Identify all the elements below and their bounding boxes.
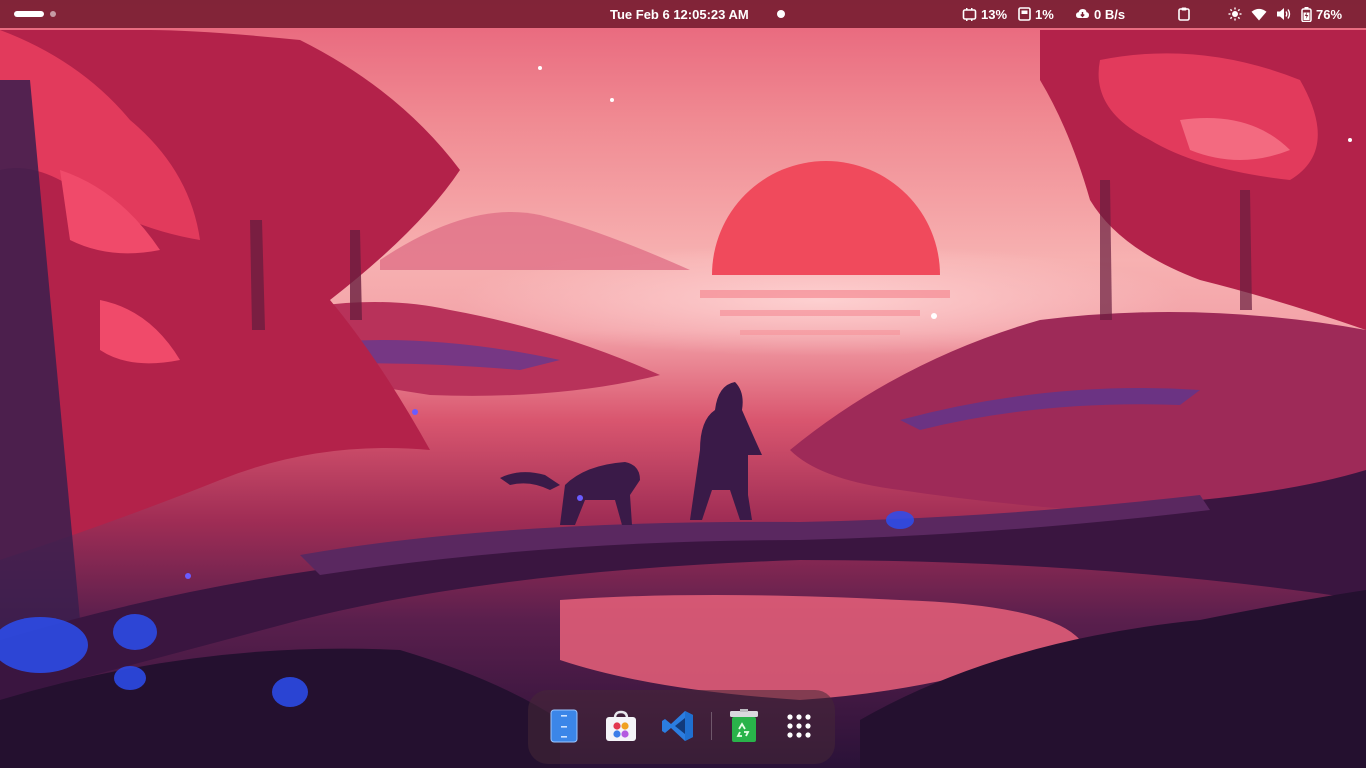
vscode-icon (661, 709, 695, 743)
memory-usage: 1% (1035, 6, 1054, 22)
cloud-download-icon (1075, 8, 1090, 20)
dock (528, 690, 835, 764)
dock-separator (711, 712, 712, 740)
dock-app-software[interactable] (601, 706, 641, 746)
trash-icon (729, 709, 759, 743)
battery-indicator: 76% (1301, 6, 1343, 22)
dock-app-vscode[interactable] (658, 706, 698, 746)
dock-app-trash[interactable] (724, 706, 764, 746)
software-store-icon (604, 710, 638, 742)
wallpaper-art (0, 30, 1366, 768)
battery-charging-icon (1301, 6, 1312, 22)
file-manager-icon (550, 709, 578, 743)
show-applications-button[interactable] (779, 706, 819, 746)
clipboard-icon (1178, 7, 1190, 21)
system-status-menu[interactable]: 76% (1228, 0, 1342, 28)
wifi-icon (1251, 8, 1267, 21)
network-monitor[interactable]: 0 B/s (1075, 0, 1125, 28)
memory-icon (1018, 7, 1031, 21)
brightness-icon (1228, 7, 1242, 21)
cpu-usage: 13% (981, 6, 1008, 22)
cpu-monitor[interactable]: 13% (962, 0, 1007, 28)
clipboard-button[interactable] (1178, 0, 1190, 28)
top-panel: Tue Feb 6 12:05:23 AM 13% 1% 0 B/s 76% (0, 0, 1366, 28)
workspace-indicator-inactive[interactable] (50, 11, 56, 17)
notification-indicator-icon (777, 10, 785, 18)
battery-percentage: 76% (1316, 6, 1343, 22)
memory-monitor[interactable]: 1% (1018, 0, 1054, 28)
clock[interactable]: Tue Feb 6 12:05:23 AM (610, 0, 749, 28)
app-grid-icon (786, 713, 812, 739)
desktop-wallpaper (0, 0, 1366, 768)
cpu-icon (962, 7, 977, 21)
network-speed: 0 B/s (1094, 6, 1126, 22)
dock-app-file-manager[interactable] (544, 706, 584, 746)
volume-icon (1276, 7, 1292, 21)
workspace-indicator-active[interactable] (14, 11, 44, 17)
clock-text: Tue Feb 6 12:05:23 AM (610, 6, 749, 22)
